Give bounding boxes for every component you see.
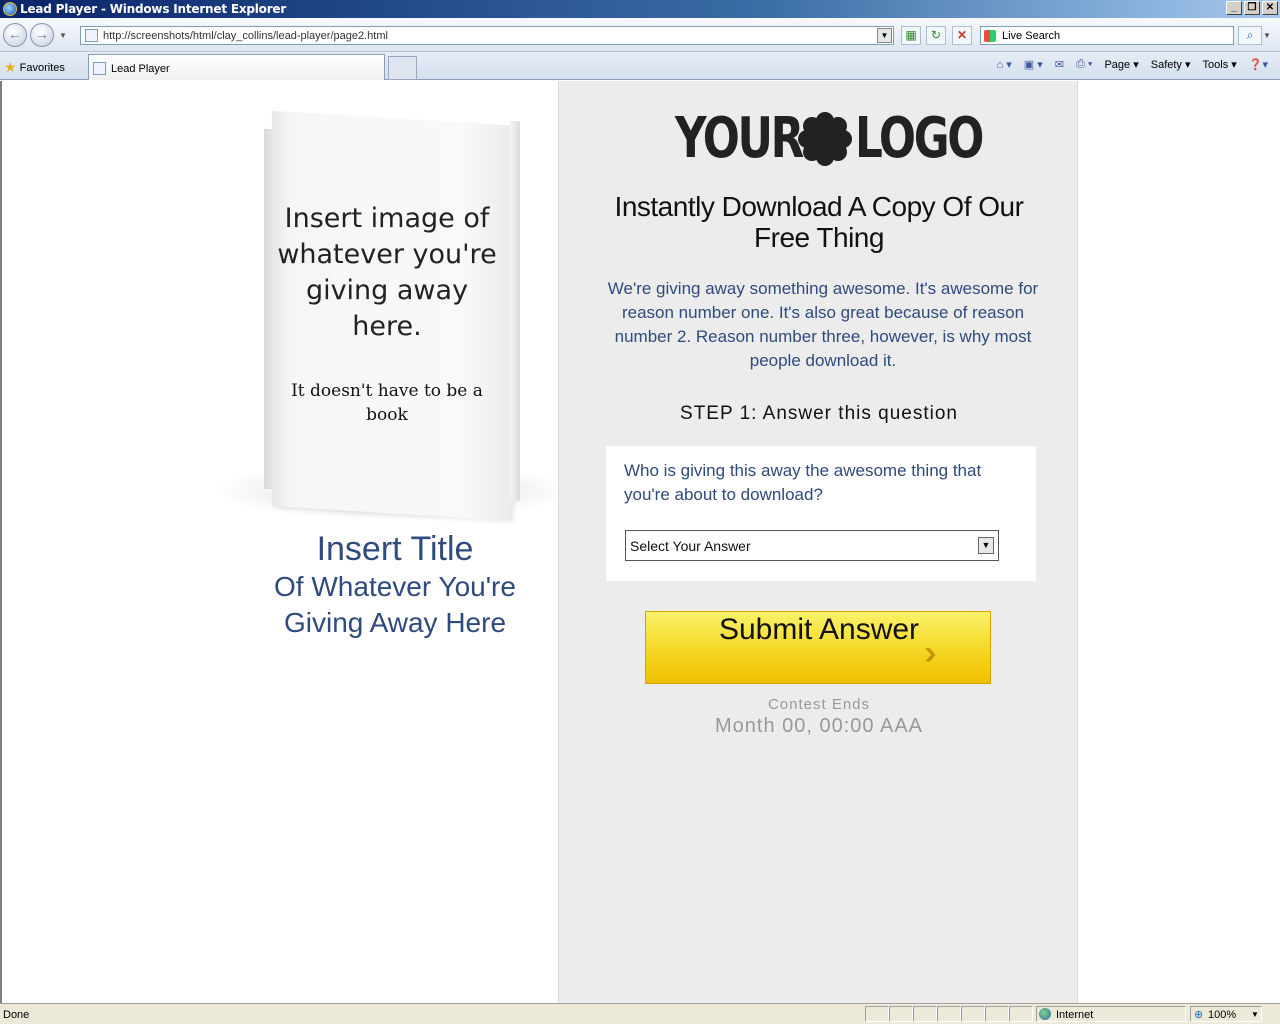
left-column: Insert image of whatever you're giving a… bbox=[2, 81, 572, 1003]
stop-button[interactable]: ✕ bbox=[952, 26, 972, 45]
submit-answer-label: Submit Answer bbox=[718, 613, 920, 646]
back-button[interactable]: ← bbox=[3, 23, 27, 47]
zoom-level: 100% bbox=[1208, 1009, 1237, 1021]
zoom-dropdown-icon[interactable]: ▼ bbox=[1251, 1010, 1259, 1019]
zoom-control[interactable]: ⊕ 100% ▼ bbox=[1190, 1006, 1262, 1022]
page-description: We're giving away something awesome. It'… bbox=[607, 279, 1039, 370]
favorites-label: Favorites bbox=[19, 62, 65, 74]
submit-answer-button[interactable]: Submit Answer ›› bbox=[645, 611, 991, 684]
tab-lead-player[interactable]: Lead Player bbox=[88, 54, 385, 80]
security-zone[interactable]: Internet bbox=[1036, 1006, 1186, 1022]
maximize-button[interactable]: ❐ bbox=[1244, 1, 1260, 15]
compatibility-view-button[interactable]: ▦ bbox=[901, 26, 921, 45]
command-bar: ⌂ ▾ ▣ ▾ ✉ ⎙ ▾ Page ▾ Safety ▾ Tools ▾ ❓▾ bbox=[991, 58, 1274, 71]
page-menu[interactable]: Page ▾ bbox=[1098, 58, 1144, 71]
new-tab-button[interactable] bbox=[388, 56, 417, 80]
home-icon[interactable]: ⌂ ▾ bbox=[991, 58, 1018, 71]
step-heading: STEP 1: Answer this question bbox=[680, 403, 958, 424]
help-icon[interactable]: ❓▾ bbox=[1243, 58, 1274, 71]
page-icon bbox=[85, 29, 98, 42]
ie-icon bbox=[3, 2, 17, 16]
question-panel: Who is giving this away the awesome thin… bbox=[606, 446, 1036, 581]
history-dropdown-icon[interactable]: ▼ bbox=[59, 31, 67, 40]
logo-word-left: YOUR bbox=[675, 106, 804, 171]
status-text: Done bbox=[3, 1009, 30, 1021]
contest-ends-label: Contest Ends bbox=[767, 696, 871, 713]
search-placeholder: Live Search bbox=[1002, 30, 1061, 42]
favorites-button[interactable]: ★ Favorites bbox=[4, 58, 65, 75]
logo: YOUR LOGO bbox=[675, 106, 984, 171]
refresh-button[interactable]: ↻ bbox=[926, 26, 946, 45]
window-controls: _ ❐ ✕ bbox=[1226, 1, 1278, 15]
mail-icon[interactable]: ✉ bbox=[1049, 58, 1070, 71]
page-icon bbox=[93, 62, 106, 75]
product-title-line1: Insert Title bbox=[316, 530, 474, 568]
close-window-button[interactable]: ✕ bbox=[1262, 1, 1278, 15]
book-placeholder-text: Insert image of whatever you're giving a… bbox=[277, 203, 497, 342]
address-bar[interactable]: http://screenshots/html/clay_collins/lea… bbox=[80, 26, 894, 45]
product-title: Insert Title Of Whatever You're Giving A… bbox=[234, 529, 556, 641]
window-title-bar: Lead Player - Windows Internet Explorer … bbox=[0, 0, 1280, 18]
safety-menu[interactable]: Safety ▾ bbox=[1145, 58, 1197, 71]
book-placeholder-subtext: It doesn't have to be a book bbox=[291, 381, 483, 425]
double-chevron-right-icon: ›› bbox=[924, 634, 936, 672]
address-toolbar: ← → ▼ http://screenshots/html/clay_colli… bbox=[0, 18, 1280, 52]
tab-label: Lead Player bbox=[111, 63, 170, 75]
address-dropdown-icon[interactable]: ▼ bbox=[877, 28, 892, 43]
flower-logo-icon bbox=[798, 112, 852, 166]
product-title-line3: Giving Away Here bbox=[283, 607, 507, 638]
right-column: YOUR LOGO Instantly Download A Copy Of O… bbox=[558, 81, 1078, 1003]
page-content: Insert image of whatever you're giving a… bbox=[0, 81, 1280, 1003]
status-panes bbox=[865, 1006, 1033, 1022]
logo-word-right: LOGO bbox=[855, 106, 984, 171]
forward-button[interactable]: → bbox=[30, 23, 54, 47]
zoom-icon: ⊕ bbox=[1194, 1009, 1204, 1021]
star-icon: ★ bbox=[4, 59, 17, 75]
zone-label: Internet bbox=[1056, 1009, 1094, 1021]
url-text[interactable]: http://screenshots/html/clay_collins/lea… bbox=[103, 30, 388, 42]
status-bar: Done Internet ⊕ 100% ▼ bbox=[0, 1003, 1280, 1024]
search-options-dropdown-icon[interactable]: ▼ bbox=[1263, 31, 1271, 40]
answer-select[interactable]: Select Your Answer ▼ bbox=[625, 530, 999, 561]
globe-icon bbox=[1039, 1008, 1051, 1020]
answer-select-value: Select Your Answer bbox=[630, 538, 751, 554]
minimize-button[interactable]: _ bbox=[1226, 1, 1242, 15]
window-title: Lead Player - Windows Internet Explorer bbox=[20, 2, 287, 16]
contest-end-date: Month 00, 00:00 AAA bbox=[714, 715, 924, 737]
live-search-icon bbox=[984, 30, 996, 42]
search-input[interactable]: Live Search bbox=[980, 26, 1234, 45]
chevron-down-icon[interactable]: ▼ bbox=[978, 537, 994, 554]
product-title-line2: Of Whatever You're bbox=[274, 571, 516, 602]
tools-menu[interactable]: Tools ▾ bbox=[1197, 58, 1243, 71]
print-icon[interactable]: ⎙ ▾ bbox=[1070, 58, 1098, 71]
question-text: Who is giving this away the awesome thin… bbox=[624, 461, 982, 504]
feeds-icon[interactable]: ▣ ▾ bbox=[1018, 58, 1049, 71]
tab-command-bar: ★ Favorites Lead Player ⌂ ▾ ▣ ▾ ✉ ⎙ ▾ Pa… bbox=[0, 52, 1280, 80]
search-icon[interactable]: ⌕ bbox=[1238, 26, 1262, 45]
page-headline: Instantly Download A Copy Of Our Free Th… bbox=[614, 191, 1024, 253]
